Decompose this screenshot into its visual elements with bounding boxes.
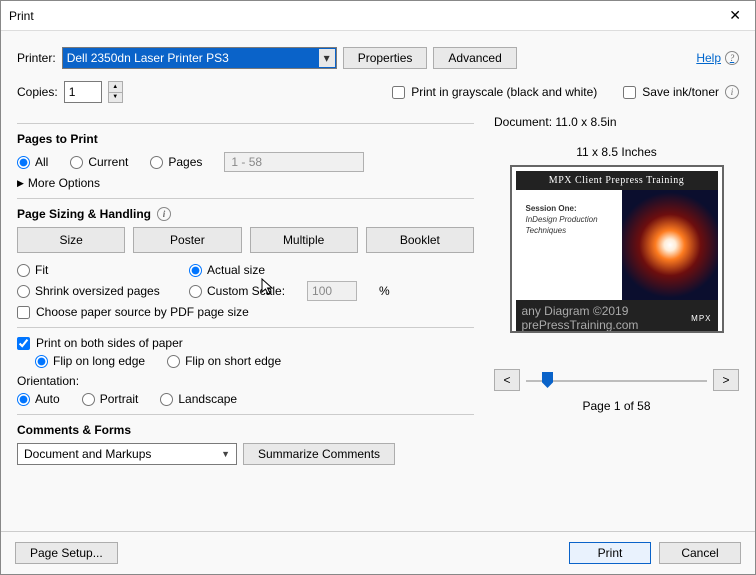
slide-title: MPX Client Prepress Training: [516, 171, 718, 190]
print-button[interactable]: Print: [569, 542, 651, 564]
cancel-button[interactable]: Cancel: [659, 542, 741, 564]
custom-scale-radio[interactable]: Custom Scale:: [189, 284, 285, 298]
grayscale-checkbox[interactable]: Print in grayscale (black and white): [392, 85, 597, 99]
printer-select[interactable]: Dell 2350dn Laser Printer PS3 ▾: [62, 47, 337, 69]
printer-selected: Dell 2350dn Laser Printer PS3: [67, 51, 229, 65]
mpx-logo: MPX: [691, 314, 711, 323]
tab-multiple[interactable]: Multiple: [250, 227, 358, 253]
both-sides-checkbox[interactable]: Print on both sides of paper: [17, 336, 474, 350]
chevron-down-icon: ▼: [221, 449, 230, 459]
orientation-label: Orientation:: [17, 374, 474, 388]
tab-size[interactable]: Size: [17, 227, 125, 253]
custom-scale-input[interactable]: [307, 281, 357, 301]
pages-pages-radio[interactable]: Pages: [150, 155, 202, 169]
shrink-radio[interactable]: Shrink oversized pages: [17, 284, 167, 298]
document-dimensions: Document: 11.0 x 8.5in: [494, 115, 739, 129]
dropdown-arrow-icon: ▾: [319, 49, 335, 67]
summarize-comments-button[interactable]: Summarize Comments: [243, 443, 395, 465]
print-preview: MPX Client Prepress Training Session One…: [510, 165, 724, 333]
slide-footer-text: any Diagram ©2019 prePressTraining.com: [522, 304, 692, 332]
comments-select[interactable]: Document and Markups ▼: [17, 443, 237, 465]
actual-size-radio[interactable]: Actual size: [189, 263, 265, 277]
slide-graphic: [622, 190, 718, 300]
slide-sub2: Techniques: [526, 226, 622, 235]
spinner-down-icon[interactable]: ▼: [109, 93, 122, 103]
help-icon: ?: [725, 51, 739, 65]
slide-sub1: InDesign Production: [526, 215, 622, 224]
pages-all-radio[interactable]: All: [17, 155, 48, 169]
spinner-up-icon[interactable]: ▲: [109, 82, 122, 93]
properties-button[interactable]: Properties: [343, 47, 428, 69]
titlebar: Print ✕: [1, 1, 755, 31]
copies-label: Copies:: [17, 85, 58, 99]
copies-spinner[interactable]: ▲ ▼: [108, 81, 123, 103]
pages-heading: Pages to Print: [17, 132, 474, 146]
help-link[interactable]: Help ?: [696, 51, 739, 65]
slider-thumb[interactable]: [542, 372, 553, 388]
flip-short-radio[interactable]: Flip on short edge: [167, 354, 281, 368]
triangle-right-icon: ▶: [17, 178, 24, 189]
orient-landscape-radio[interactable]: Landscape: [160, 392, 237, 406]
fit-radio[interactable]: Fit: [17, 263, 167, 277]
pages-current-radio[interactable]: Current: [70, 155, 128, 169]
saveink-info-icon[interactable]: i: [725, 85, 739, 99]
advanced-button[interactable]: Advanced: [433, 47, 516, 69]
saveink-checkbox[interactable]: Save ink/toner: [623, 85, 719, 99]
comments-heading: Comments & Forms: [17, 423, 474, 437]
more-options-toggle[interactable]: ▶ More Options: [17, 176, 474, 190]
page-dimensions: 11 x 8.5 Inches: [494, 145, 739, 159]
choose-source-checkbox[interactable]: Choose paper source by PDF page size: [17, 305, 474, 319]
printer-label: Printer:: [17, 51, 56, 65]
preview-prev-button[interactable]: <: [494, 369, 520, 391]
orient-auto-radio[interactable]: Auto: [17, 392, 60, 406]
sizing-info-icon[interactable]: i: [157, 207, 171, 221]
tab-poster[interactable]: Poster: [133, 227, 241, 253]
slide-session: Session One:: [526, 204, 622, 213]
pages-range-input[interactable]: [224, 152, 364, 172]
sizing-heading: Page Sizing & Handling i: [17, 207, 474, 221]
close-button[interactable]: ✕: [723, 7, 747, 24]
window-title: Print: [9, 9, 34, 23]
page-indicator: Page 1 of 58: [494, 399, 739, 413]
flip-long-radio[interactable]: Flip on long edge: [35, 354, 145, 368]
percent-label: %: [379, 284, 390, 298]
preview-slider[interactable]: [526, 369, 707, 391]
page-setup-button[interactable]: Page Setup...: [15, 542, 118, 564]
orient-portrait-radio[interactable]: Portrait: [82, 392, 139, 406]
tab-booklet[interactable]: Booklet: [366, 227, 474, 253]
preview-next-button[interactable]: >: [713, 369, 739, 391]
copies-input[interactable]: [64, 81, 102, 103]
